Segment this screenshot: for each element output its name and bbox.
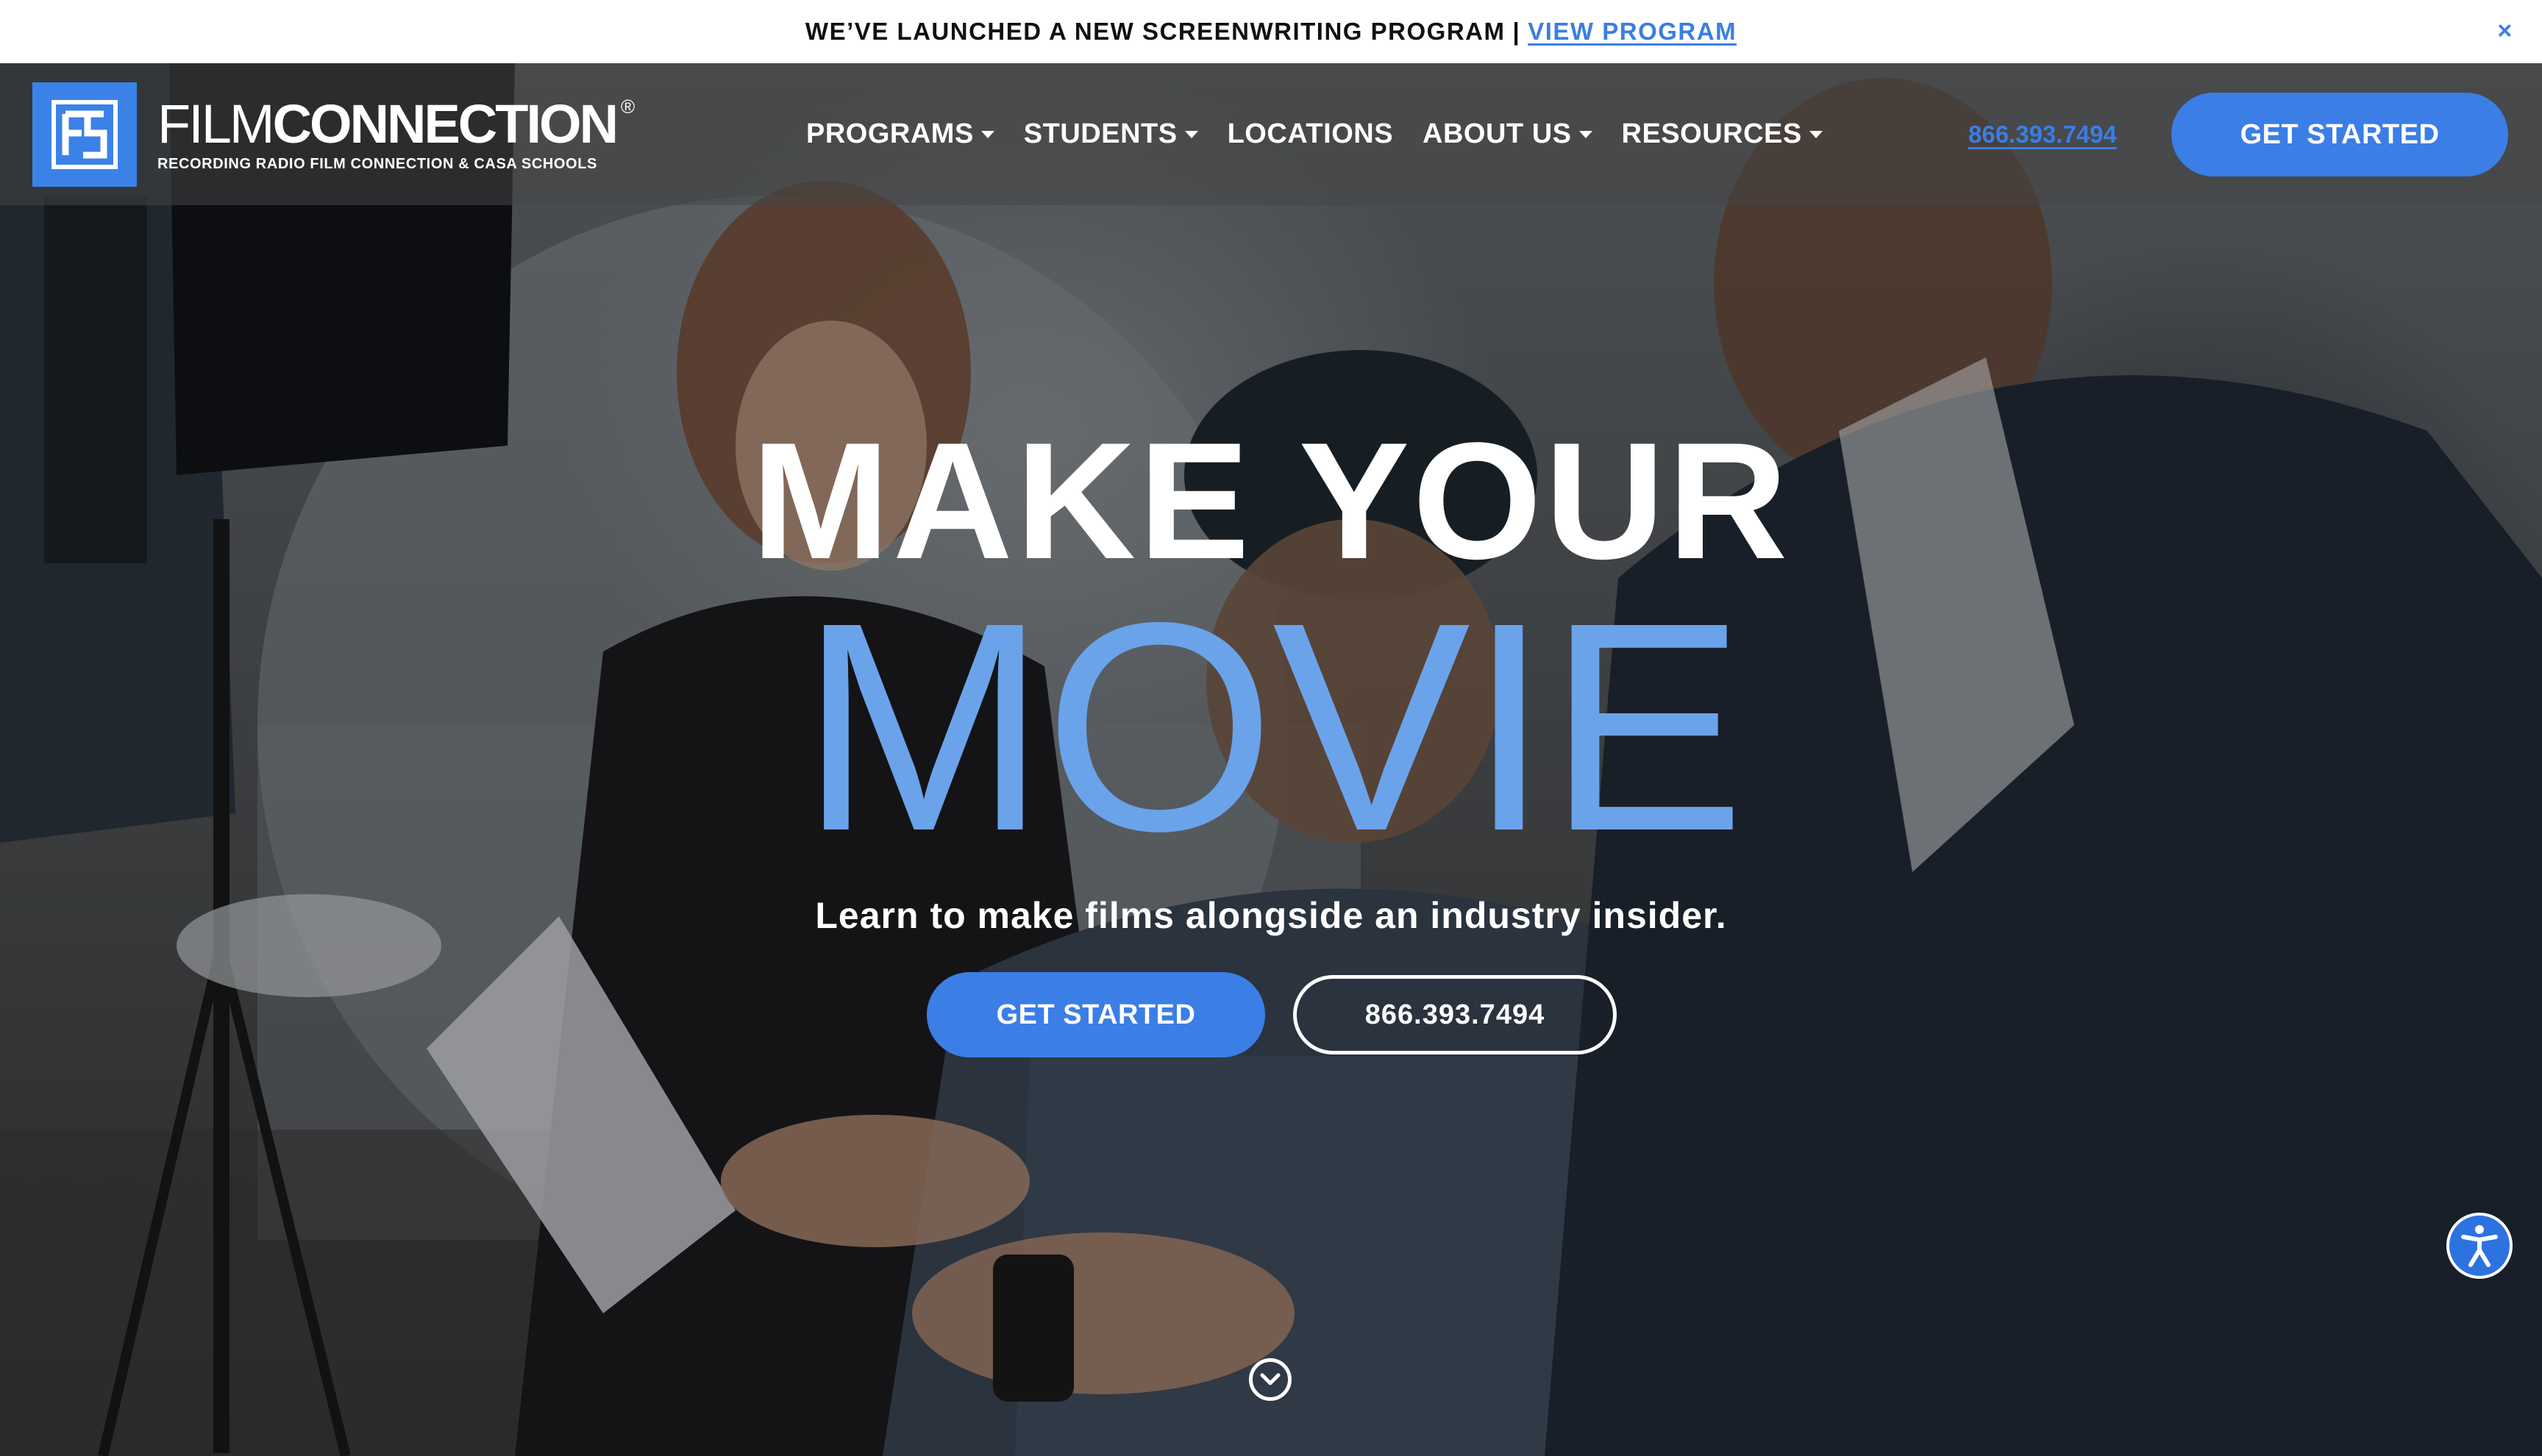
chevron-down-icon (1809, 130, 1823, 138)
chevron-down-circle-icon[interactable] (1249, 1358, 1292, 1401)
hero-headline-line2: MOVIE (800, 560, 1745, 893)
logo-name-thin: FILM (157, 93, 275, 154)
hero-phone-button[interactable]: 866.393.7494 (1293, 975, 1617, 1054)
nav-programs[interactable]: PROGRAMS (806, 118, 994, 150)
hero-get-started-button[interactable]: GET STARTED (927, 972, 1265, 1057)
nav-label: RESOURCES (1621, 118, 1802, 149)
logo-name-bold: CONNECTION (272, 93, 619, 154)
nav-locations[interactable]: LOCATIONS (1228, 118, 1393, 150)
nav-resources[interactable]: RESOURCES (1622, 118, 1823, 150)
logo-mark (32, 82, 137, 187)
logo-wordmark: FILMCONNECTION ® RECORDING RADIO FILM CON… (157, 95, 635, 173)
close-icon[interactable]: × (2489, 15, 2521, 47)
site-header: FILMCONNECTION ® RECORDING RADIO FILM CON… (0, 63, 2542, 205)
chevron-down-icon (980, 130, 994, 138)
site-logo[interactable]: FILMCONNECTION ® RECORDING RADIO FILM CON… (32, 82, 635, 187)
chevron-down-icon (1260, 1373, 1281, 1385)
nav-about-us[interactable]: ABOUT US (1423, 118, 1592, 150)
announcement-separator: | (1512, 18, 1521, 45)
film-connection-logo-icon (51, 100, 118, 169)
hero-headline-line1: MAKE YOUR (751, 407, 1791, 593)
nav-label: LOCATIONS (1227, 118, 1394, 149)
nav-label: STUDENTS (1023, 118, 1178, 149)
hero-subheadline: Learn to make films alongside an industr… (815, 895, 1727, 936)
accessibility-figure-icon (2461, 1225, 2498, 1267)
header-get-started-button[interactable]: GET STARTED (2171, 93, 2508, 176)
view-program-link[interactable]: VIEW PROGRAM (1528, 18, 1737, 46)
logo-tagline: RECORDING RADIO FILM CONNECTION & CASA S… (157, 155, 597, 172)
registered-mark: ® (621, 95, 635, 118)
announcement-text: WE’VE LAUNCHED A NEW SCREENWRITING PROGR… (805, 18, 1506, 45)
hero-cta-group: GET STARTED 866.393.7494 (927, 972, 1617, 1057)
header-phone-link[interactable]: 866.393.7494 (1968, 63, 2117, 205)
announcement-bar: WE’VE LAUNCHED A NEW SCREENWRITING PROGR… (0, 0, 2542, 63)
main-nav: PROGRAMS STUDENTS LOCATIONS ABOUT US RES… (806, 63, 1823, 205)
chevron-down-icon (1184, 130, 1198, 138)
hero-section: FILMCONNECTION ® RECORDING RADIO FILM CON… (0, 63, 2542, 1456)
accessibility-icon[interactable] (2446, 1213, 2513, 1279)
nav-label: PROGRAMS (806, 118, 974, 149)
nav-label: ABOUT US (1423, 118, 1572, 149)
nav-students[interactable]: STUDENTS (1024, 118, 1198, 150)
chevron-down-icon (1578, 130, 1592, 138)
